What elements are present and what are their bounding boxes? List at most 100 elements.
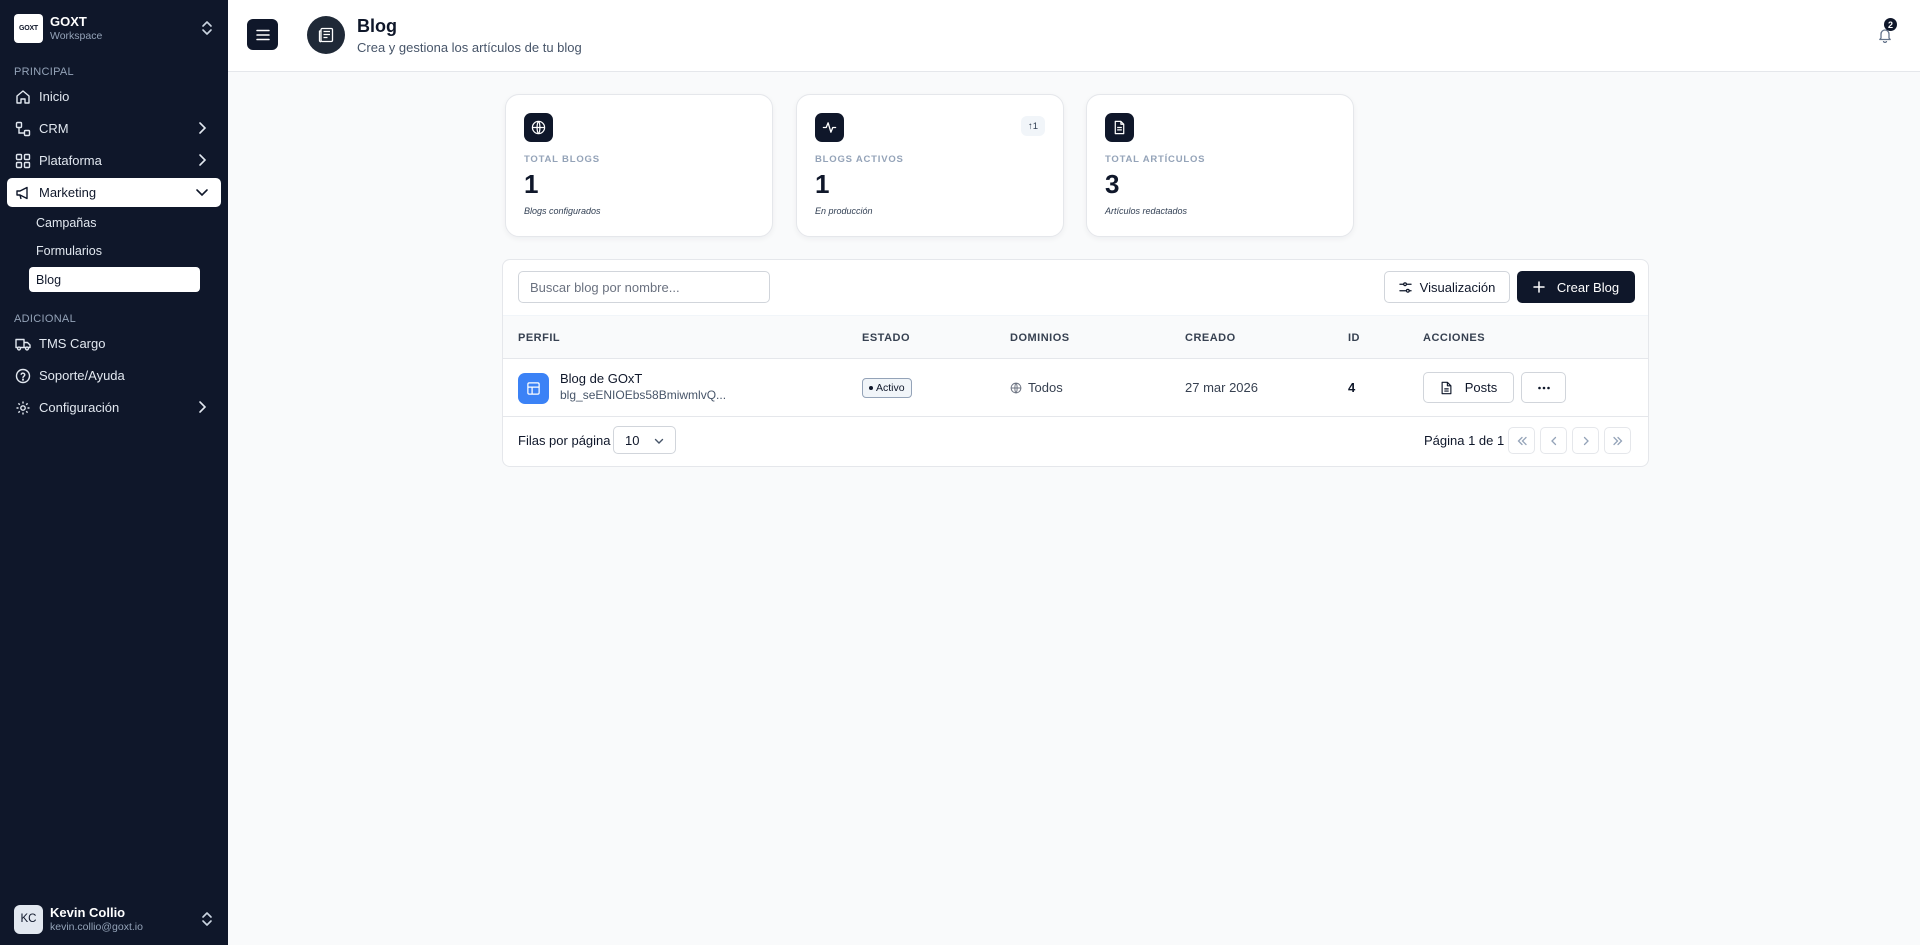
gear-icon [15,400,31,416]
notification-count-badge: 2 [1884,18,1897,31]
sidebar-item-marketing[interactable]: Marketing [7,178,221,207]
rows-per-page-value: 10 [625,432,640,448]
stat-card-blogs-activos: ↑1 BLOGS ACTIVOS 1 En producción [796,94,1064,237]
rows-per-page-select[interactable]: 10 [613,426,676,454]
section-label-adicional: ADICIONAL [14,313,76,325]
visualization-label: Visualización [1419,279,1496,295]
chevrons-left-icon [1516,435,1528,447]
column-header-dominios[interactable]: DOMINIOS [1010,332,1070,344]
sidebar-subitem-formularios[interactable]: Formularios [29,238,200,263]
stat-note: En producción [815,206,873,216]
chevron-right-icon [195,153,209,167]
globe-icon [524,113,553,142]
newspaper-icon [307,16,345,54]
sidebar-subitem-campanas[interactable]: Campañas [29,210,200,235]
sidebar-item-label: CRM [39,121,69,136]
stat-note: Blogs configurados [524,206,601,216]
workflow-icon [15,121,31,137]
status-text: Activo [876,382,905,394]
domains-cell: Todos [1010,380,1063,395]
help-circle-icon [15,368,31,384]
sidebar-item-configuracion[interactable]: Configuración [7,393,221,422]
ellipsis-icon [1537,386,1551,390]
sidebar-item-label: Inicio [39,89,70,104]
sidebar-item-crm[interactable]: CRM [7,114,221,143]
blog-name[interactable]: Blog de GOxT [560,371,642,386]
stat-value: 3 [1105,169,1120,199]
user-name: Kevin Collio [50,904,126,920]
column-header-id[interactable]: ID [1348,332,1360,344]
globe-icon [1010,382,1028,394]
sidebar-item-soporte[interactable]: Soporte/Ayuda [7,361,221,390]
user-email: kevin.collio@goxt.io [50,920,143,933]
pagination-label: Página 1 de 1 [1424,433,1505,448]
posts-button[interactable]: Posts [1423,372,1514,403]
menu-toggle-button[interactable] [247,19,278,50]
chevron-left-icon [1548,435,1560,447]
chevrons-up-down-icon [200,20,214,36]
column-header-perfil[interactable]: PERFIL [518,332,560,344]
sidebar-item-label: TMS Cargo [39,336,106,351]
chevron-right-icon [195,400,209,414]
sidebar-item-label: Marketing [39,185,97,200]
blog-identifier: blg_seENIOEbs58BmiwmlvQ... [560,388,727,402]
created-date: 27 mar 2026 [1185,380,1258,395]
truck-icon [15,336,31,352]
stat-card-total-articulos: TOTAL ARTÍCULOS 3 Artículos redactados [1086,94,1354,237]
workspace-switcher[interactable]: GOXT GOXT Workspace [14,13,214,43]
megaphone-icon [15,185,31,201]
previous-page-button[interactable] [1540,427,1567,454]
blog-id: 4 [1348,380,1356,395]
file-text-icon [1105,113,1134,142]
more-actions-button[interactable] [1521,372,1566,403]
table-header: PERFIL ESTADO DOMINIOS CREADO ID ACCIONE… [503,315,1648,359]
search-input[interactable] [518,271,770,303]
status-dot [869,386,873,390]
workspace-subtitle: Workspace [50,29,103,42]
file-icon [1440,381,1465,395]
stat-card-total-blogs: TOTAL BLOGS 1 Blogs configurados [505,94,773,237]
column-header-acciones: ACCIONES [1423,332,1486,344]
workspace-logo: GOXT [14,13,43,43]
column-header-estado[interactable]: ESTADO [862,332,910,344]
stat-note: Artículos redactados [1105,206,1188,216]
stat-value: 1 [815,169,830,199]
page-title: Blog [357,16,397,36]
sidebar-item-tms-cargo[interactable]: TMS Cargo [7,329,221,358]
column-header-creado[interactable]: CREADO [1185,332,1236,344]
table-row: Blog de GOxT blg_seENIOEbs58BmiwmlvQ... … [503,359,1648,417]
user-menu[interactable]: KC Kevin Collio kevin.collio@goxt.io [14,903,214,935]
page-subtitle: Crea y gestiona los artículos de tu blog [357,40,582,55]
menu-icon [255,29,270,41]
last-page-button[interactable] [1604,427,1631,454]
sidebar-item-plataforma[interactable]: Plataforma [7,146,221,175]
rows-per-page-label: Filas por página [518,433,611,448]
avatar: KC [14,904,43,934]
domains-text: Todos [1028,380,1063,395]
stat-label: TOTAL BLOGS [524,154,600,165]
sidebar-item-label: Soporte/Ayuda [39,368,125,383]
trend-badge: ↑1 [1020,116,1045,136]
grid-icon [15,153,31,169]
first-page-button[interactable] [1508,427,1535,454]
stat-label: TOTAL ARTÍCULOS [1105,154,1206,165]
blog-layout-icon[interactable] [518,373,549,404]
create-blog-label: Crear Blog [1556,279,1620,295]
plus-icon [1533,281,1557,293]
chevron-right-icon [195,121,209,135]
chevron-right-icon [1580,435,1592,447]
chevrons-up-down-icon [200,911,214,927]
sidebar-item-inicio[interactable]: Inicio [7,82,221,111]
stat-label: BLOGS ACTIVOS [815,154,904,165]
sidebar-item-label: Plataforma [39,153,102,168]
status-badge: Activo [862,378,912,398]
sidebar: GOXT GOXT Workspace PRINCIPAL Inicio CRM… [0,0,228,945]
next-page-button[interactable] [1572,427,1599,454]
blogs-table-card: Visualización Crear Blog PERFIL ESTADO D… [502,259,1649,467]
visualization-button[interactable]: Visualización [1384,271,1510,303]
page-header: Blog Crea y gestiona los artículos de tu… [228,0,1920,72]
create-blog-button[interactable]: Crear Blog [1517,271,1635,303]
sliders-icon [1398,281,1420,294]
sidebar-subitem-blog[interactable]: Blog [29,267,200,292]
activity-icon [815,113,844,142]
